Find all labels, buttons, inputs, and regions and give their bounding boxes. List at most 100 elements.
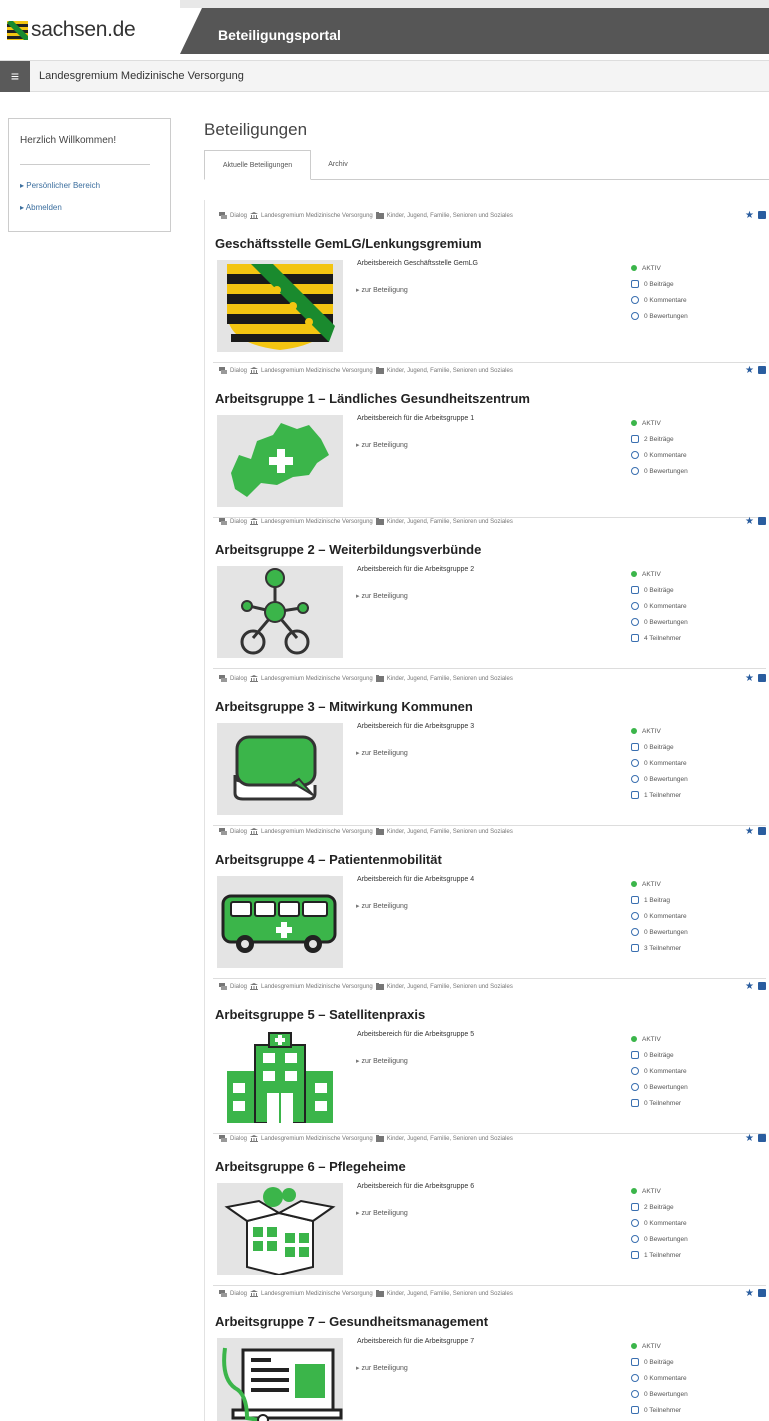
go-to-participation-link[interactable]: zur Beteiligung bbox=[356, 749, 407, 757]
card-description: Arbeitsbereich für die Arbeitsgruppe 5 bbox=[357, 1031, 475, 1038]
stat-participants: 0 Teilnehmer bbox=[631, 1095, 688, 1111]
folder-icon bbox=[375, 1135, 384, 1142]
status-label: AKTIV bbox=[642, 880, 661, 888]
card-image[interactable] bbox=[217, 1183, 343, 1275]
star-icon[interactable]: ★ bbox=[745, 365, 754, 376]
star-icon[interactable]: ★ bbox=[745, 826, 754, 837]
star-icon[interactable]: ★ bbox=[745, 1133, 754, 1144]
star-icon[interactable]: ★ bbox=[745, 516, 754, 527]
card-title[interactable]: Arbeitsgruppe 5 – Satellitenpraxis bbox=[215, 1007, 425, 1022]
card-image[interactable] bbox=[217, 723, 343, 815]
sidebar-divider bbox=[20, 164, 150, 165]
stat-ratings-label: 0 Bewertungen bbox=[644, 467, 688, 475]
status-dot-icon bbox=[631, 265, 637, 271]
go-to-participation-link[interactable]: zur Beteiligung bbox=[356, 1057, 407, 1065]
card-title[interactable]: Arbeitsgruppe 4 – Patientenmobilität bbox=[215, 852, 442, 867]
status-row: AKTIV bbox=[631, 260, 688, 276]
stat-ratings: 0 Bewertungen bbox=[631, 1231, 688, 1247]
go-to-participation-link[interactable]: zur Beteiligung bbox=[356, 592, 407, 600]
card-image[interactable] bbox=[217, 876, 343, 968]
stat-posts-label: 0 Beiträge bbox=[644, 1051, 674, 1059]
card-title[interactable]: Arbeitsgruppe 1 – Ländliches Gesundheits… bbox=[215, 391, 530, 406]
portal-title[interactable]: Beteiligungsportal bbox=[218, 27, 341, 43]
card-divider bbox=[213, 1285, 766, 1286]
folder-icon bbox=[375, 1290, 384, 1297]
share-icon[interactable] bbox=[758, 827, 766, 835]
stat-participants-label: 4 Teilnehmer bbox=[644, 634, 682, 642]
go-to-participation-link[interactable]: zur Beteiligung bbox=[356, 441, 407, 449]
meta-type: Dialog bbox=[230, 1135, 248, 1142]
stat-comments-label: 0 Kommentare bbox=[644, 296, 687, 304]
meta-topic: Kinder, Jugend, Familie, Senioren und So… bbox=[386, 212, 513, 219]
card-title[interactable]: Arbeitsgruppe 7 – Gesundheitsmanagement bbox=[215, 1314, 488, 1329]
folder-icon bbox=[375, 212, 384, 219]
stat-posts-label: 2 Beiträge bbox=[644, 435, 674, 443]
tab-archive[interactable]: Archiv bbox=[316, 150, 360, 180]
share-icon[interactable] bbox=[758, 674, 766, 682]
card-stats: AKTIV 2 Beiträge 0 Kommentare 0 Bewertungen… bbox=[631, 1183, 688, 1263]
personal-area-link[interactable]: Persönlicher Bereich bbox=[20, 181, 100, 190]
star-icon[interactable]: ★ bbox=[745, 1288, 754, 1299]
card-description: Arbeitsbereich für die Arbeitsgruppe 4 bbox=[357, 876, 475, 883]
meta-topic: Kinder, Jugend, Familie, Senioren und So… bbox=[386, 828, 513, 835]
card-title[interactable]: Arbeitsgruppe 6 – Pflegeheime bbox=[215, 1159, 406, 1174]
share-icon[interactable] bbox=[758, 1134, 766, 1142]
hospital-icon bbox=[217, 1031, 343, 1123]
participants-icon bbox=[631, 1099, 639, 1107]
stat-posts: 2 Beiträge bbox=[631, 1199, 688, 1215]
saxony-map-cross-icon bbox=[217, 415, 343, 507]
stat-posts-label: 0 Beiträge bbox=[644, 586, 674, 594]
participants-icon bbox=[631, 1251, 639, 1259]
card-image[interactable] bbox=[217, 1338, 343, 1421]
site-logo-link[interactable]: sachsen.de bbox=[7, 18, 136, 42]
star-icon[interactable]: ★ bbox=[745, 981, 754, 992]
stat-comments-label: 0 Kommentare bbox=[644, 451, 687, 459]
go-to-participation-link[interactable]: zur Beteiligung bbox=[356, 1209, 407, 1217]
go-to-participation-link[interactable]: zur Beteiligung bbox=[356, 286, 407, 294]
star-icon[interactable]: ★ bbox=[745, 673, 754, 684]
status-row: AKTIV bbox=[631, 566, 688, 582]
laptop-stethoscope-icon bbox=[217, 1338, 343, 1421]
card-image[interactable] bbox=[217, 260, 343, 352]
logout-link[interactable]: Abmelden bbox=[20, 203, 62, 212]
rating-icon bbox=[631, 467, 639, 475]
comment-icon bbox=[631, 912, 639, 920]
share-icon[interactable] bbox=[758, 1289, 766, 1297]
star-icon[interactable]: ★ bbox=[745, 210, 754, 221]
meta-topic: Kinder, Jugend, Familie, Senioren und So… bbox=[386, 1135, 513, 1142]
stat-ratings: 0 Bewertungen bbox=[631, 614, 688, 630]
stat-posts-label: 0 Beiträge bbox=[644, 280, 674, 288]
card-divider bbox=[213, 1133, 766, 1134]
comment-icon bbox=[631, 451, 639, 459]
comment-icon bbox=[631, 602, 639, 610]
card-image[interactable] bbox=[217, 566, 343, 658]
stat-posts: 0 Beiträge bbox=[631, 276, 688, 292]
status-label: AKTIV bbox=[642, 419, 661, 427]
stat-ratings: 0 Bewertungen bbox=[631, 924, 688, 940]
tab-current[interactable]: Aktuelle Beteiligungen bbox=[204, 150, 311, 180]
card-title[interactable]: Arbeitsgruppe 3 – Mitwirkung Kommunen bbox=[215, 699, 473, 714]
edit-icon bbox=[631, 280, 639, 288]
card-image[interactable] bbox=[217, 415, 343, 507]
card-description: Arbeitsbereich Geschäftsstelle GemLG bbox=[357, 260, 478, 267]
share-icon[interactable] bbox=[758, 982, 766, 990]
bus-icon bbox=[217, 876, 343, 968]
meta-org: Landesgremium Medizinische Versorgung bbox=[261, 983, 373, 990]
meta-type: Dialog bbox=[230, 212, 248, 219]
hamburger-menu-button[interactable]: ≡ bbox=[0, 61, 30, 92]
card-title[interactable]: Geschäftsstelle GemLG/Lenkungsgremium bbox=[215, 236, 482, 251]
share-icon[interactable] bbox=[758, 366, 766, 374]
card-stats: AKTIV 0 Beiträge 0 Kommentare 0 Bewertungen… bbox=[631, 1031, 688, 1111]
folder-icon bbox=[375, 675, 384, 682]
status-label: AKTIV bbox=[642, 1187, 661, 1195]
meta-topic: Kinder, Jugend, Familie, Senioren und So… bbox=[386, 518, 513, 525]
go-to-participation-link[interactable]: zur Beteiligung bbox=[356, 1364, 407, 1372]
card-title[interactable]: Arbeitsgruppe 2 – Weiterbildungsverbünde bbox=[215, 542, 481, 557]
card-image[interactable] bbox=[217, 1031, 343, 1123]
share-icon[interactable] bbox=[758, 211, 766, 219]
folder-icon bbox=[375, 518, 384, 525]
card-meta: Dialog Landesgremium Medizinische Versor… bbox=[219, 518, 513, 525]
share-icon[interactable] bbox=[758, 517, 766, 525]
go-to-participation-link[interactable]: zur Beteiligung bbox=[356, 902, 407, 910]
institution-icon bbox=[250, 518, 259, 525]
